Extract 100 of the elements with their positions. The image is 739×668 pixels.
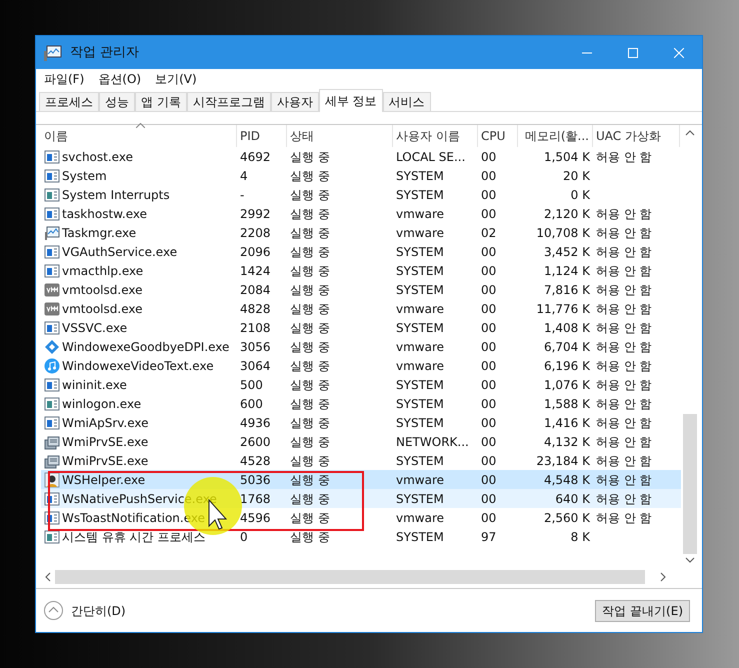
- process-row[interactable]: taskhostw.exe 2992 실행 중 vmware 00 2,120 K 허용 안 함: [41, 204, 681, 223]
- process-row[interactable]: VGAuthService.exe 2096 실행 중 SYSTEM 00 3,452 K 허용 안 함: [41, 242, 681, 261]
- table-cell-text: 실행 중: [290, 206, 330, 222]
- scroll-down-icon[interactable]: [684, 556, 694, 564]
- process-row[interactable]: winlogon.exe 600 실행 중 SYSTEM 00 1,588 K 허용 안 함: [41, 394, 681, 413]
- menu-item[interactable]: 옵션(O): [93, 70, 146, 88]
- process-row[interactable]: vmtoolsd.exe 2084 실행 중 SYSTEM 00 7,816 K 허용 안 함: [41, 280, 681, 299]
- table-cell-text: 4: [240, 168, 248, 184]
- window-icon: [44, 168, 60, 184]
- menu-item[interactable]: 보기(V): [150, 70, 202, 88]
- close-icon: [674, 48, 684, 58]
- column-header[interactable]: 사용자 이름: [393, 125, 478, 147]
- process-row[interactable]: wininit.exe 500 실행 중 SYSTEM 00 1,076 K 허용 안 함: [41, 375, 681, 394]
- process-row[interactable]: VSSVC.exe 2108 실행 중 SYSTEM 00 1,408 K 허용 안 함: [41, 318, 681, 337]
- table-cell-text: 허용 안 함: [596, 338, 652, 356]
- process-row[interactable]: WmiPrvSE.exe 4528 실행 중 SYSTEM 00 23,184 K 허용 안 함: [41, 451, 681, 470]
- window-icon: [44, 186, 60, 202]
- vm-icon: [44, 300, 60, 316]
- table-cell-text: 허용 안 함: [596, 148, 652, 166]
- tab[interactable]: 세부 정보: [318, 89, 383, 112]
- table-cell-text: WmiPrvSE.exe: [62, 434, 148, 450]
- table-cell-text: vmacthlp.exe: [62, 262, 144, 280]
- table-cell-text: 00: [481, 434, 496, 450]
- maximize-icon: [628, 48, 638, 58]
- server-icon: [44, 434, 60, 450]
- process-row[interactable]: System Interrupts - 실행 중 SYSTEM 00 0 K: [41, 185, 681, 204]
- table-cell-text: 3064: [240, 358, 271, 374]
- column-header[interactable]: PID: [237, 125, 287, 147]
- process-row[interactable]: WindowexeGoodbyeDPI.exe 3056 실행 중 vmware 00 6,704 K 허용 안 함: [41, 337, 681, 356]
- table-cell-text: svchost.exe: [62, 148, 133, 166]
- table-cell-text: SYSTEM: [396, 186, 444, 204]
- table-cell-text: 00: [481, 148, 496, 166]
- table-cell-text: 4528: [240, 452, 271, 470]
- process-row[interactable]: svchost.exe 4692 실행 중 LOCAL SE... 00 1,504 K 허용 안 함: [41, 147, 681, 166]
- table-cell-text: 실행 중: [290, 434, 330, 450]
- table-cell-text: SYSTEM: [396, 262, 444, 280]
- table-cell-text: 허용 안 함: [596, 282, 652, 298]
- table-cell-text: 시스템 유휴 시간 프로세스: [62, 528, 206, 546]
- tab[interactable]: 앱 기록: [135, 92, 187, 111]
- tab[interactable]: 서비스: [382, 92, 431, 111]
- window-icon: [44, 320, 60, 336]
- table-cell-text: 0: [240, 528, 248, 546]
- table-cell-text: SYSTEM: [396, 396, 444, 412]
- tab[interactable]: 성능: [99, 92, 135, 111]
- column-header[interactable]: 상태: [287, 125, 393, 147]
- table-cell-text: 허용 안 함: [596, 358, 652, 374]
- table-cell-text: 4692: [240, 148, 271, 166]
- table-cell-text: 3056: [240, 338, 271, 356]
- table-cell-text: 실행 중: [290, 300, 330, 318]
- process-row[interactable]: 시스템 유휴 시간 프로세스 0 실행 중 SYSTEM 97 8 K: [41, 527, 681, 546]
- column-header[interactable]: 메모리(활...: [518, 125, 593, 147]
- table-cell-text: 23,184 K: [536, 452, 590, 470]
- table-cell-text: 1,124 K: [544, 262, 590, 280]
- process-row[interactable]: WmiPrvSE.exe 2600 실행 중 NETWORK... 00 4,132 K 허용 안 함: [41, 432, 681, 451]
- process-row[interactable]: WindowexeVideoText.exe 3064 실행 중 vmware 00 6,196 K 허용 안 함: [41, 356, 681, 375]
- scroll-up-icon[interactable]: [684, 129, 694, 137]
- monitor-icon: [44, 224, 60, 240]
- collapse-button[interactable]: 간단히(D): [71, 602, 126, 620]
- table-cell-text: 실행 중: [290, 490, 330, 508]
- table-cell-text: VSSVC.exe: [62, 320, 128, 336]
- process-row[interactable]: System 4 실행 중 SYSTEM 00 20 K: [41, 166, 681, 185]
- process-row[interactable]: WmiApSrv.exe 4936 실행 중 SYSTEM 00 1,416 K 허용 안 함: [41, 413, 681, 432]
- tab[interactable]: 시작프로그램: [186, 92, 271, 111]
- horizontal-scrollbar[interactable]: [55, 570, 645, 584]
- window-icon: [44, 414, 60, 430]
- end-task-button[interactable]: 작업 끝내기(E): [595, 600, 690, 622]
- table-cell-text: 허용 안 함: [596, 452, 652, 470]
- table-cell-text: 00: [481, 244, 496, 260]
- table-cell-text: 640 K: [555, 490, 590, 508]
- table-cell-text: 실행 중: [290, 320, 330, 336]
- column-header[interactable]: CPU: [478, 125, 518, 147]
- table-cell-text: SYSTEM: [396, 376, 444, 394]
- column-header[interactable]: 이름: [41, 125, 237, 147]
- collapse-icon[interactable]: [44, 601, 63, 620]
- table-cell-text: vmtoolsd.exe: [62, 300, 142, 318]
- table-cell-text: 1,408 K: [544, 320, 590, 336]
- table-cell-text: 4596: [240, 510, 271, 526]
- scroll-right-icon[interactable]: [659, 572, 667, 582]
- process-row[interactable]: WSHelper.exe 5036 실행 중 vmware 00 4,548 K 허용 안 함: [41, 470, 681, 489]
- process-row[interactable]: Taskmgr.exe 2208 실행 중 vmware 02 10,708 K 허용 안 함: [41, 223, 681, 242]
- table-cell-text: 1424: [240, 262, 271, 280]
- vertical-scrollbar-thumb[interactable]: [682, 414, 696, 554]
- table-cell-text: 00: [481, 168, 496, 184]
- menu-item[interactable]: 파일(F): [39, 70, 90, 88]
- process-row[interactable]: vmacthlp.exe 1424 실행 중 SYSTEM 00 1,124 K 허용 안 함: [41, 261, 681, 280]
- table-cell-text: 1768: [240, 490, 271, 508]
- process-row[interactable]: vmtoolsd.exe 4828 실행 중 vmware 00 11,776 K 허용 안 함: [41, 299, 681, 318]
- scroll-left-icon[interactable]: [44, 572, 52, 582]
- table-cell-text: 실행 중: [290, 358, 330, 374]
- table-cell-text: 00: [481, 282, 496, 298]
- table-cell-text: 00: [481, 358, 496, 374]
- table-cell-text: 4,132 K: [544, 434, 590, 450]
- diamond-icon: [44, 338, 60, 354]
- tab[interactable]: 프로세스: [39, 92, 99, 111]
- table-cell-text: 8 K: [570, 528, 590, 546]
- table-cell-text: WindowexeVideoText.exe: [62, 358, 214, 374]
- table-cell-text: 00: [481, 472, 496, 488]
- tab[interactable]: 사용자: [270, 92, 319, 111]
- server-icon: [44, 452, 60, 468]
- column-header[interactable]: UAC 가상화: [593, 125, 680, 147]
